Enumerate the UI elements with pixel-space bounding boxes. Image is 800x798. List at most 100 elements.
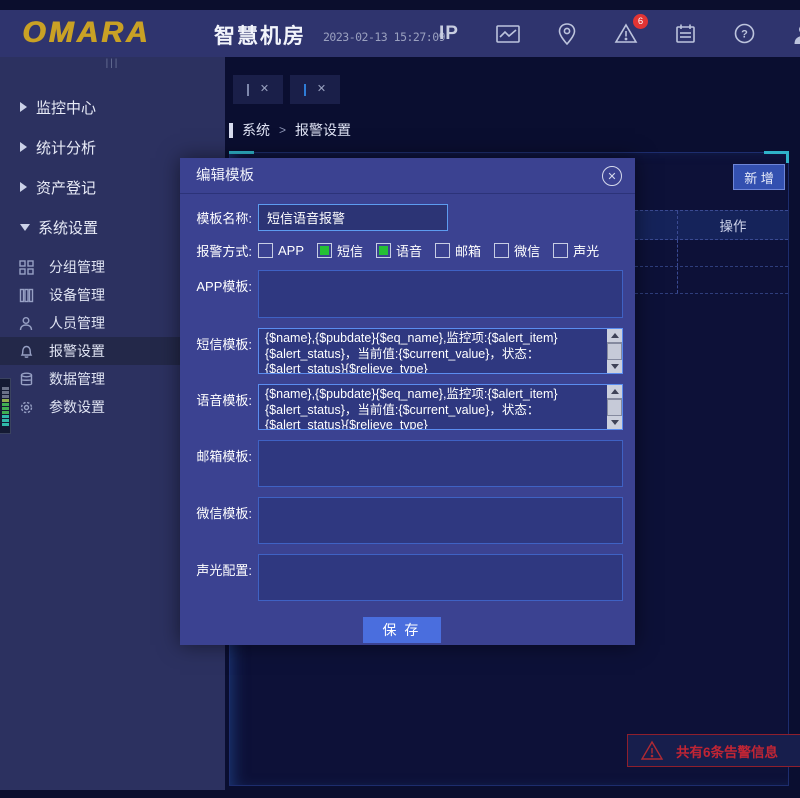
level-meter-widget[interactable] xyxy=(0,378,11,434)
checkbox-box[interactable] xyxy=(435,243,450,258)
checkbox-email[interactable]: 邮箱 xyxy=(435,241,481,260)
textarea-scrollbar[interactable] xyxy=(607,385,622,429)
bell-icon xyxy=(18,343,34,359)
wechat-template-textarea[interactable] xyxy=(258,497,623,544)
header-timestamp: 2023-02-13 15:27:09 xyxy=(323,30,445,44)
template-name-label: 模板名称: xyxy=(180,208,258,227)
edit-template-modal: 编辑模板 ✕ 模板名称: 报警方式: APP 短信 语音 邮箱 微信 声光 AP… xyxy=(180,158,635,645)
svg-text:?: ? xyxy=(741,29,748,41)
panel-corner-accent xyxy=(786,151,789,163)
person-icon xyxy=(18,315,34,331)
app-template-textarea[interactable] xyxy=(258,270,623,318)
scroll-up-button[interactable] xyxy=(607,329,622,342)
voice-template-label: 语音模板: xyxy=(180,384,258,430)
sms-template-label: 短信模板: xyxy=(180,328,258,374)
alarm-icon[interactable]: 6 xyxy=(613,21,639,47)
checkbox-box[interactable] xyxy=(376,243,391,258)
app-template-label: APP模板: xyxy=(180,270,258,318)
chart-icon[interactable] xyxy=(495,21,521,47)
tab-bar: ✕ ✕ xyxy=(233,75,340,104)
subnav-label: 分组管理 xyxy=(49,257,105,277)
close-icon[interactable]: ✕ xyxy=(317,84,326,95)
alarm-banner-text: 共有6条告警信息 xyxy=(676,741,778,761)
alarm-method-label: 报警方式: xyxy=(180,241,258,260)
chevron-right-icon xyxy=(20,102,27,112)
soundlight-config-label: 声光配置: xyxy=(180,554,258,601)
header-bar: OMARA 智慧机房 2023-02-13 15:27:09 IP 6 ? xyxy=(0,10,800,57)
textarea-scrollbar[interactable] xyxy=(607,329,622,373)
ip-button[interactable]: IP xyxy=(436,21,462,47)
chevron-down-icon xyxy=(20,224,30,231)
breadcrumb: 系统 > 报警设置 xyxy=(229,120,351,140)
bottom-strip xyxy=(0,790,800,798)
wechat-template-label: 微信模板: xyxy=(180,497,258,544)
calendar-icon[interactable] xyxy=(672,21,698,47)
breadcrumb-separator: > xyxy=(279,123,286,137)
checkbox-box[interactable] xyxy=(317,243,332,258)
soundlight-config-textarea[interactable] xyxy=(258,554,623,601)
checkbox-app[interactable]: APP xyxy=(258,243,304,258)
nav-label: 系统设置 xyxy=(38,217,98,238)
checkbox-voice[interactable]: 语音 xyxy=(376,241,422,260)
database-icon xyxy=(18,371,34,387)
checkbox-box[interactable] xyxy=(494,243,509,258)
subnav-label: 人员管理 xyxy=(49,313,105,333)
alarm-message-banner[interactable]: 共有6条告警信息 xyxy=(627,734,800,767)
columns-icon xyxy=(18,287,34,303)
breadcrumb-page[interactable]: 报警设置 xyxy=(295,120,351,140)
scroll-up-button[interactable] xyxy=(607,385,622,398)
template-name-input[interactable] xyxy=(258,204,448,231)
modal-title: 编辑模板 xyxy=(180,158,635,194)
sidebar-collapse-handle[interactable]: ||| xyxy=(0,57,225,73)
modal-close-icon[interactable]: ✕ xyxy=(602,166,622,186)
user-icon[interactable] xyxy=(790,21,800,47)
sidebar-item-monitor-center[interactable]: 监控中心 xyxy=(0,87,225,127)
add-new-button[interactable]: 新 增 xyxy=(733,164,785,190)
header-icon-row: IP 6 ? xyxy=(436,10,800,57)
alarm-method-group: APP 短信 语音 邮箱 微信 声光 xyxy=(258,242,599,260)
grid-icon xyxy=(18,259,34,275)
chevron-right-icon xyxy=(20,142,27,152)
close-icon[interactable]: ✕ xyxy=(260,84,269,95)
breadcrumb-section[interactable]: 系统 xyxy=(242,120,270,140)
modal-body: 模板名称: 报警方式: APP 短信 语音 邮箱 微信 声光 APP模板: xyxy=(180,194,635,643)
checkbox-wechat[interactable]: 微信 xyxy=(494,241,540,260)
email-template-label: 邮箱模板: xyxy=(180,440,258,487)
alarm-badge: 6 xyxy=(633,14,648,29)
nav-label: 资产登记 xyxy=(36,177,96,198)
checkbox-box[interactable] xyxy=(258,243,273,258)
checkbox-sms[interactable]: 短信 xyxy=(317,241,363,260)
subnav-label: 报警设置 xyxy=(49,341,105,361)
app-window: OMARA 智慧机房 2023-02-13 15:27:09 IP 6 ? xyxy=(0,0,800,798)
tab-2[interactable]: ✕ xyxy=(290,75,340,104)
subnav-label: 参数设置 xyxy=(49,397,105,417)
save-button[interactable]: 保 存 xyxy=(363,617,441,643)
sms-template-textarea[interactable]: {$name},{$pubdate}{$eq_name},监控项:{$alert… xyxy=(258,328,623,374)
tab-indicator xyxy=(247,84,249,96)
breadcrumb-marker xyxy=(229,123,233,138)
panel-corner-accent xyxy=(229,151,254,154)
scroll-thumb[interactable] xyxy=(608,344,621,359)
gear-icon xyxy=(18,399,34,415)
checkbox-soundlight[interactable]: 声光 xyxy=(553,241,599,260)
email-template-textarea[interactable] xyxy=(258,440,623,487)
table-header-operation: 操作 xyxy=(678,211,788,239)
voice-template-textarea[interactable]: {$name},{$pubdate}{$eq_name},监控项:{$alert… xyxy=(258,384,623,430)
warning-triangle-icon xyxy=(640,740,664,761)
checkbox-box[interactable] xyxy=(553,243,568,258)
tab-indicator xyxy=(304,84,306,96)
top-strip xyxy=(0,0,800,10)
scroll-down-button[interactable] xyxy=(607,360,622,373)
nav-label: 监控中心 xyxy=(36,97,96,118)
scroll-down-button[interactable] xyxy=(607,416,622,429)
subnav-label: 数据管理 xyxy=(49,369,105,389)
location-icon[interactable] xyxy=(554,21,580,47)
app-title: 智慧机房 xyxy=(214,20,306,50)
nav-label: 统计分析 xyxy=(36,137,96,158)
ip-label: IP xyxy=(439,23,459,45)
brand-logo: OMARA xyxy=(22,16,150,50)
scroll-thumb[interactable] xyxy=(608,400,621,415)
help-icon[interactable]: ? xyxy=(731,21,757,47)
chevron-right-icon xyxy=(20,182,27,192)
tab-1[interactable]: ✕ xyxy=(233,75,283,104)
